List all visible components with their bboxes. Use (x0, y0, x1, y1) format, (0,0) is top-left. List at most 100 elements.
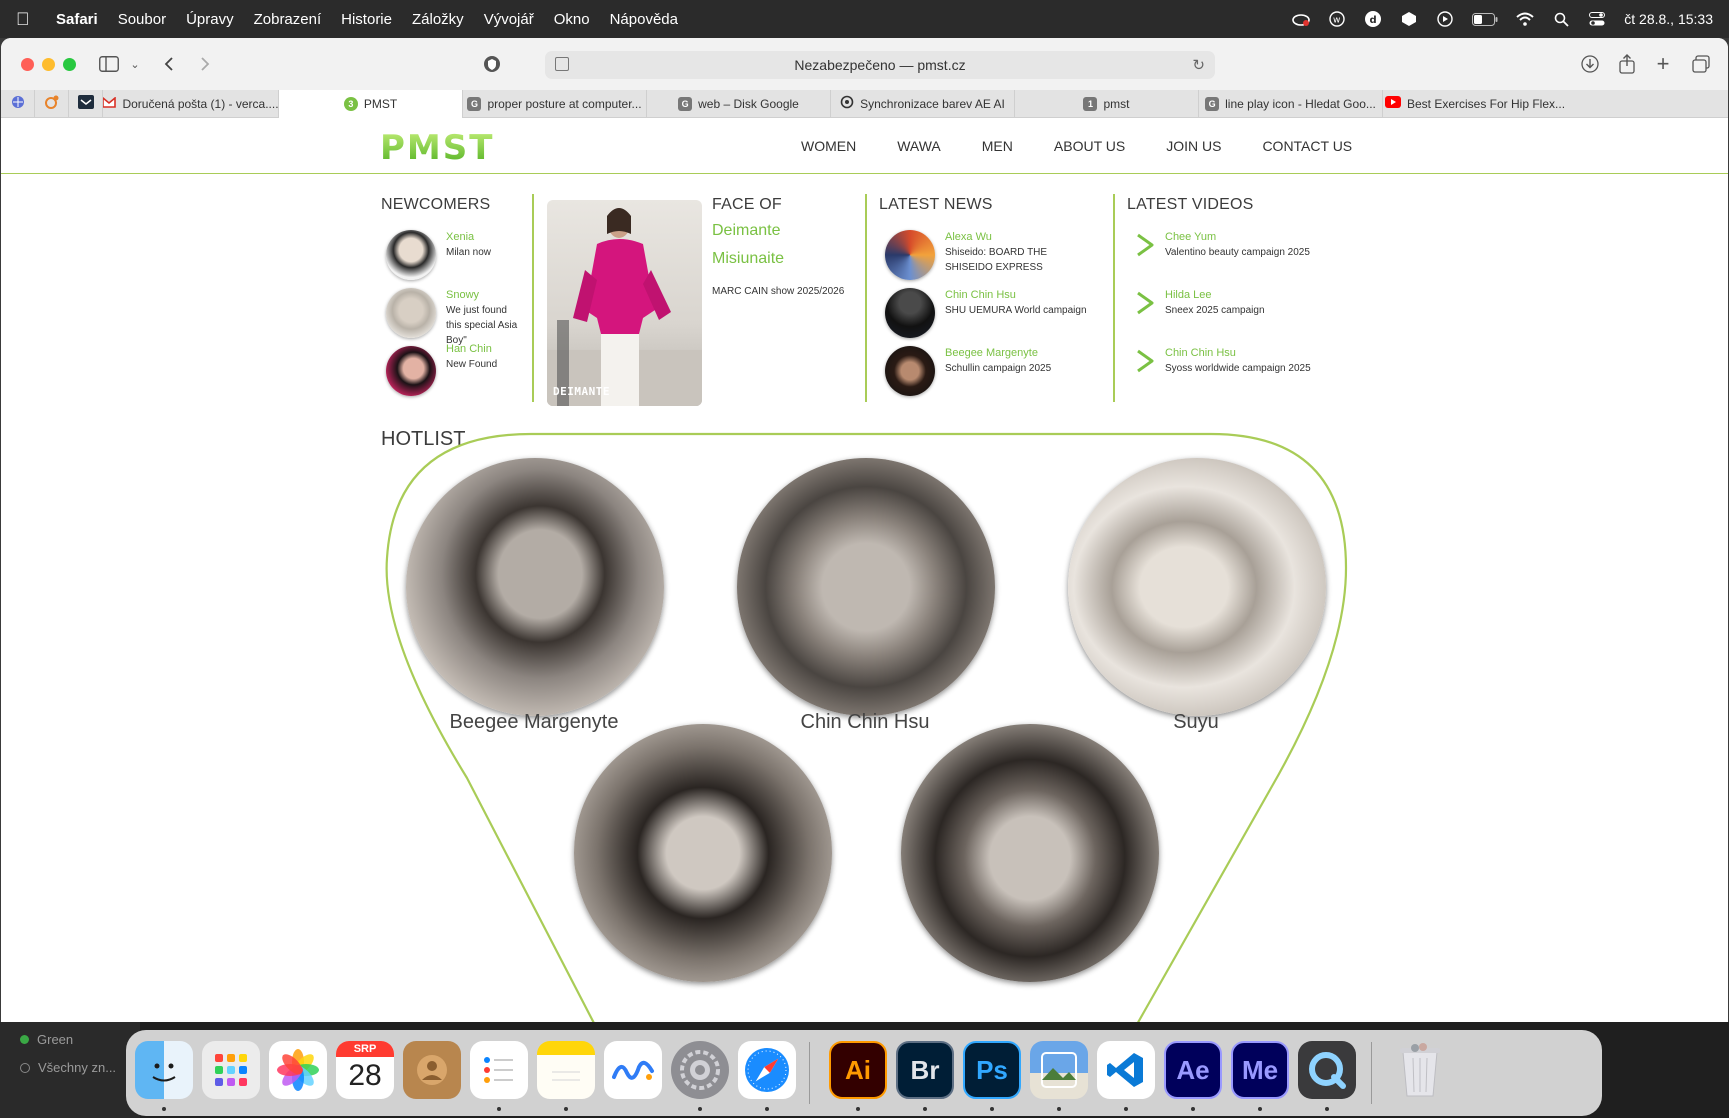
tab-google-search[interactable]: G proper posture at computer... (463, 89, 647, 118)
svg-text:w: w (1333, 16, 1340, 26)
trash-icon[interactable] (1391, 1041, 1449, 1099)
tab-label: proper posture at computer... (487, 96, 642, 111)
d-circle-icon[interactable]: d (1364, 10, 1382, 28)
page-settings-icon[interactable] (555, 57, 569, 71)
bridge-icon[interactable]: Br (896, 1041, 954, 1099)
google-icon: G (1205, 96, 1220, 111)
google-icon: G (678, 96, 693, 111)
vscode-icon[interactable] (1097, 1041, 1155, 1099)
wifi-icon[interactable] (1516, 10, 1534, 28)
illustrator-icon[interactable]: Ai (829, 1041, 887, 1099)
media-encoder-icon[interactable]: Me (1231, 1041, 1289, 1099)
chevron-down-icon[interactable]: ⌄ (123, 52, 147, 76)
apple-icon[interactable]:  (16, 9, 46, 30)
creative-cloud-icon[interactable] (1292, 10, 1311, 28)
tab-label: web – Disk Google (698, 96, 799, 111)
running-indicator (162, 1107, 166, 1111)
photos-icon[interactable] (269, 1041, 327, 1099)
safari-window: ⌄ Nezabezpečeno — pmst.cz ↻ + Doručená p… (1, 38, 1728, 1022)
tab-pmst[interactable]: 3 PMST (279, 89, 463, 118)
menu-napoveda[interactable]: Nápověda (610, 11, 678, 28)
back-arrow-icon[interactable] (157, 52, 181, 76)
tab-bar: Doručená pošta (1) - verca.... 3 PMST G … (1, 89, 1728, 118)
play-circle-icon[interactable] (1436, 10, 1454, 28)
running-indicator (497, 1107, 501, 1111)
hotlist-name[interactable]: Chin Chin Hsu (715, 711, 1015, 734)
share-icon[interactable] (1615, 52, 1639, 76)
hotlist-photo[interactable] (901, 724, 1159, 982)
clock[interactable]: čt 28.8., 15:33 (1624, 11, 1713, 27)
running-indicator (856, 1107, 860, 1111)
pinned-tab-3[interactable] (69, 89, 103, 118)
hex-app-icon[interactable] (1400, 10, 1418, 28)
tab-label: PMST (363, 96, 398, 111)
menu-okno[interactable]: Okno (554, 11, 590, 28)
search-icon[interactable] (1552, 10, 1570, 28)
freeform-icon[interactable] (604, 1041, 662, 1099)
close-window-button[interactable] (21, 58, 34, 71)
system-settings-icon[interactable] (671, 1041, 729, 1099)
battery-icon[interactable] (1472, 10, 1498, 28)
tag-outline-icon (20, 1062, 30, 1073)
hotlist-photo[interactable] (737, 458, 995, 716)
quicktime-icon[interactable] (1298, 1041, 1356, 1099)
menu-vyvojar[interactable]: Vývojář (484, 11, 534, 28)
photoshop-icon[interactable]: Ps (963, 1041, 1021, 1099)
menu-zobrazeni[interactable]: Zobrazení (254, 11, 322, 28)
menu-upravy[interactable]: Úpravy (186, 11, 234, 28)
launchpad-icon[interactable] (202, 1041, 260, 1099)
tag-label: Všechny zn... (38, 1060, 117, 1075)
after-effects-icon[interactable]: Ae (1164, 1041, 1222, 1099)
menu-app-name[interactable]: Safari (56, 11, 98, 28)
hotlist-photo[interactable] (1068, 458, 1326, 716)
tab-label: Synchronizace barev AE AI (860, 96, 1005, 111)
tab-pmst-2[interactable]: 1 pmst (1015, 89, 1199, 118)
hotlist-photo[interactable] (406, 458, 664, 716)
hotlist-photo[interactable] (574, 724, 832, 982)
running-indicator (1325, 1107, 1329, 1111)
tab-chatgpt[interactable]: Synchronizace barev AE AI (831, 89, 1015, 118)
tag-all[interactable]: Všechny zn... (20, 1060, 116, 1075)
calendar-icon[interactable]: SRP 28 (336, 1041, 394, 1099)
reminders-icon[interactable] (470, 1041, 528, 1099)
tab-label: Best Exercises For Hip Flex... (1406, 96, 1566, 111)
menu-soubor[interactable]: Soubor (118, 11, 166, 28)
menu-historie[interactable]: Historie (341, 11, 392, 28)
pinned-tab-2[interactable] (35, 89, 69, 118)
new-tab-icon[interactable]: + (1651, 51, 1675, 76)
forward-arrow-icon[interactable] (193, 52, 217, 76)
webpage: PMST WOMEN WAWA MEN ABOUT US JOIN US CON… (1, 118, 1728, 1022)
sidebar-toggle-icon[interactable] (97, 52, 121, 76)
tab-google-drive[interactable]: G web – Disk Google (647, 89, 831, 118)
tab-overview-icon[interactable] (1689, 52, 1713, 76)
menu-zalozky[interactable]: Záložky (412, 11, 464, 28)
pinned-tab-1[interactable] (1, 89, 35, 118)
menu-bar:  Safari Soubor Úpravy Zobrazení Histori… (0, 0, 1729, 38)
preview-icon[interactable] (1030, 1041, 1088, 1099)
w-circle-icon[interactable]: w (1328, 10, 1346, 28)
hotlist-name[interactable]: Beegee Margenyte (384, 711, 684, 734)
tag-green[interactable]: Green (20, 1032, 73, 1047)
downloads-icon[interactable] (1578, 52, 1602, 76)
tab-youtube[interactable]: Best Exercises For Hip Flex... (1383, 90, 1567, 118)
notes-icon[interactable] (537, 1041, 595, 1099)
tab-gmail[interactable]: Doručená pošta (1) - verca.... (103, 89, 279, 118)
control-center-icon[interactable] (1588, 10, 1606, 28)
minimize-window-button[interactable] (42, 58, 55, 71)
pinned-site-icon (44, 95, 60, 112)
tag-label: Green (37, 1032, 74, 1047)
window-controls (21, 58, 76, 71)
tab-google-images[interactable]: G line play icon - Hledat Goo... (1199, 89, 1383, 118)
safari-icon[interactable] (738, 1041, 796, 1099)
finder-sidebar: Green Všechny zn... (0, 1022, 140, 1118)
privacy-shield-icon[interactable] (480, 52, 504, 76)
zoom-window-button[interactable] (63, 58, 76, 71)
reload-icon[interactable]: ↻ (1192, 56, 1205, 74)
pinned-site-icon (11, 95, 25, 112)
pinned-site-icon (77, 95, 94, 112)
hotlist-name[interactable]: Suyu (1046, 711, 1346, 734)
contacts-icon[interactable] (403, 1041, 461, 1099)
youtube-icon (1384, 96, 1401, 111)
address-bar[interactable]: Nezabezpečeno — pmst.cz ↻ (545, 51, 1215, 79)
finder-icon[interactable] (135, 1041, 193, 1099)
